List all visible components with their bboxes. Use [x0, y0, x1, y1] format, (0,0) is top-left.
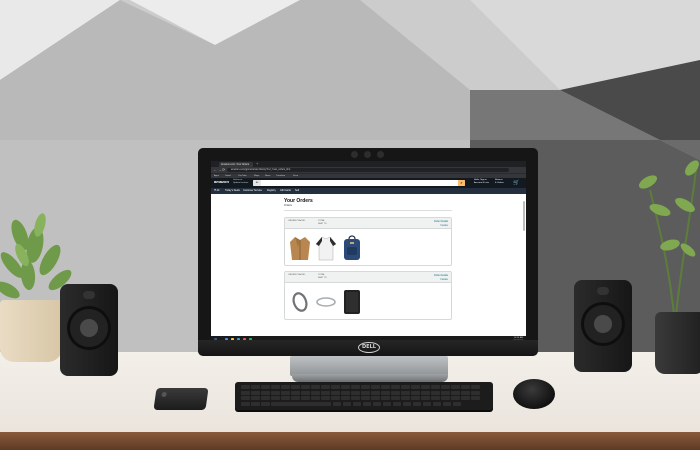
keyboard-row: [241, 396, 480, 400]
leafy-plant: [638, 160, 699, 326]
order-card: Order placed Total Ship to Order Details…: [284, 271, 452, 320]
plant-pot-right: [655, 312, 700, 374]
order-card: Order placed Total Ship to Order Details…: [284, 217, 452, 266]
computer-mouse: [513, 379, 555, 409]
webcam-icon: [377, 151, 384, 158]
order-details-link[interactable]: Order Details: [434, 220, 448, 223]
keyboard-row: [241, 390, 480, 395]
tab-title: Amazon.com: Your Orders: [221, 163, 250, 166]
bangle-icon[interactable]: [315, 289, 337, 315]
dell-logo: DELL: [358, 342, 380, 353]
webcam-icon: [351, 151, 358, 158]
page-scrollbar[interactable]: [523, 201, 525, 231]
ship-to-label: Ship to: [318, 223, 327, 225]
address-bar[interactable]: amazon.com/gp/css/order-history?ref_=nav…: [227, 168, 509, 172]
speaker-tweeter: [597, 287, 609, 295]
amazon-search[interactable]: All ⌕: [253, 180, 465, 186]
amazon-header: amazon Deliver to Update location All ⌕ …: [211, 178, 526, 188]
monitor-stand: [290, 356, 448, 376]
jacket-icon[interactable]: [289, 235, 311, 261]
invoice-link[interactable]: Invoice: [440, 278, 448, 281]
ship-to-label: Ship to: [318, 277, 327, 279]
orders-page: Your Orders Orders Order placed Total Sh…: [211, 194, 526, 320]
smartphone: [153, 388, 209, 410]
keyboard-row: [241, 401, 461, 406]
speaker-tweeter: [83, 291, 95, 299]
desk-edge: [0, 432, 700, 450]
amazon-logo[interactable]: amazon: [214, 179, 229, 184]
cart-icon[interactable]: 🛒: [513, 180, 519, 186]
order-items: [285, 229, 451, 265]
returns-line2: & Orders: [495, 182, 504, 184]
keyboard-row: [241, 385, 480, 389]
orders-filter[interactable]: Orders: [284, 204, 526, 208]
speaker-cone: [67, 306, 111, 350]
keyboard: [235, 382, 493, 410]
account-menu[interactable]: Hello, Sign in Account & Lists: [474, 179, 489, 185]
phone-camera: [161, 392, 167, 397]
invoice-link[interactable]: Invoice: [440, 224, 448, 227]
returns-orders[interactable]: Returns & Orders: [495, 179, 504, 185]
photo-scene: Amazon.com: Your Orders + ← → ⟳ amazon.c…: [0, 0, 700, 450]
speaker-right: [574, 280, 632, 372]
search-category[interactable]: All: [253, 180, 261, 186]
search-icon[interactable]: ⌕: [458, 180, 465, 186]
order-placed-label: Order placed: [288, 220, 306, 222]
order-header: Order placed Total Ship to Order Details…: [285, 272, 451, 283]
order-details-link[interactable]: Order Details: [434, 274, 448, 277]
plant-pot-left: [0, 300, 62, 362]
speaker-left: [60, 284, 118, 376]
deliver-line2: Update location: [233, 182, 249, 184]
order-header: Order placed Total Ship to Order Details…: [285, 218, 451, 229]
url-text: amazon.com/gp/css/order-history?ref_=nav…: [231, 168, 291, 171]
tablet-case-icon[interactable]: [341, 289, 363, 315]
backpack-icon[interactable]: [341, 235, 363, 261]
order-items: [285, 283, 451, 319]
page-title: Your Orders: [284, 198, 313, 204]
monitor-stand-base: [292, 374, 448, 382]
raglan-shirt-icon[interactable]: [315, 235, 337, 261]
account-line2: Account & Lists: [474, 182, 490, 184]
deliver-to[interactable]: Deliver to Update location: [233, 179, 251, 185]
webcam-icon: [364, 151, 371, 158]
bracelet-icon[interactable]: [289, 289, 311, 315]
speaker-cone: [581, 302, 625, 346]
monitor-screen: Amazon.com: Your Orders + ← → ⟳ amazon.c…: [211, 161, 526, 343]
divider: [284, 210, 452, 211]
order-placed-label: Order placed: [288, 274, 306, 276]
